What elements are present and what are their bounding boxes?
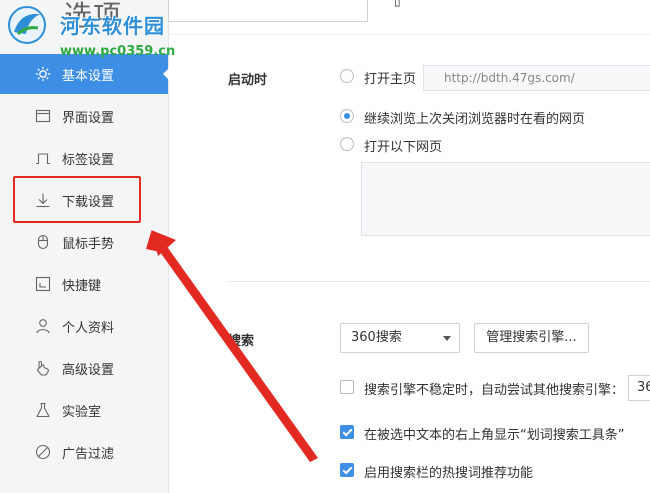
sidebar-item-label: 基本设置	[62, 68, 115, 84]
manage-search-engines-button[interactable]: 管理搜索引擎...	[474, 323, 589, 353]
tab-icon	[34, 149, 52, 167]
gear-icon	[34, 65, 52, 83]
auto-fallback-label: 搜索引擎不稳定时，自动尝试其他搜索引擎：	[364, 383, 625, 398]
selection-toolbar-label: 在被选中文本的右上角显示“划词搜索工具条”	[364, 428, 625, 443]
sidebar-item-label: 实验室	[62, 404, 102, 420]
search-engine-value: 360搜索	[351, 330, 402, 345]
sidebar: 选项 基本设置 界面设置 标签设置 下载设置 鼠标手势 快捷键 个人资料 高级设…	[0, 0, 169, 493]
sidebar-item-profile[interactable]: 个人资料	[0, 306, 168, 346]
watermark-url: www.pc0359.cn	[60, 44, 176, 59]
sidebar-item-ui-settings[interactable]: 界面设置	[0, 96, 168, 136]
sidebar-item-label: 广告过滤	[62, 446, 115, 462]
hand-icon	[34, 359, 52, 377]
search-label: 搜索	[228, 334, 255, 349]
sidebar-item-basic-settings[interactable]: 基本设置	[0, 54, 169, 94]
startup-open-pages-label: 打开以下网页	[364, 140, 443, 155]
text-caret: ▯	[394, 0, 401, 8]
sidebar-item-ad-filter[interactable]: 广告过滤	[0, 432, 168, 472]
startup-homepage-label: 打开主页	[364, 72, 417, 87]
startup-continue-radio[interactable]	[340, 109, 354, 123]
hot-search-checkbox[interactable]	[340, 463, 354, 477]
search-engine-dropdown[interactable]: 360搜索	[340, 323, 460, 353]
sidebar-item-mouse-gestures[interactable]: 鼠标手势	[0, 222, 168, 262]
sidebar-item-shortcuts[interactable]: 快捷键	[0, 264, 168, 304]
startup-continue-label: 继续浏览上次关闭浏览器时在看的网页	[364, 112, 586, 127]
sidebar-item-label: 鼠标手势	[62, 236, 115, 252]
auto-fallback-checkbox[interactable]	[340, 380, 354, 394]
sidebar-item-lab[interactable]: 实验室	[0, 390, 168, 430]
sidebar-item-label: 标签设置	[62, 152, 115, 168]
annotation-highlight-box	[13, 176, 141, 223]
top-search-box[interactable]	[168, 0, 368, 22]
flask-icon	[34, 401, 52, 419]
section-divider	[228, 281, 650, 282]
selection-toolbar-checkbox[interactable]	[340, 425, 354, 439]
divider	[168, 34, 650, 35]
sidebar-item-label: 界面设置	[62, 110, 115, 126]
hot-search-label: 启用搜索栏的热搜词推荐功能	[364, 466, 534, 481]
startup-open-pages-radio[interactable]	[340, 137, 354, 151]
sidebar-item-label: 高级设置	[62, 362, 115, 378]
shortcut-icon	[34, 275, 52, 293]
chevron-down-icon	[443, 336, 451, 341]
watermark-title: 河东软件园	[60, 14, 165, 38]
window-icon	[34, 107, 52, 125]
mouse-icon	[34, 233, 52, 251]
site-logo	[4, 4, 50, 46]
sidebar-item-label: 个人资料	[62, 320, 115, 336]
fallback-engine-dropdown[interactable]: 360	[628, 375, 650, 401]
startup-label: 启动时	[228, 73, 268, 88]
sidebar-item-label: 快捷键	[62, 278, 102, 294]
startup-pages-textarea[interactable]	[361, 162, 650, 236]
startup-homepage-radio[interactable]	[340, 69, 354, 83]
block-icon	[34, 443, 52, 461]
sidebar-item-tab-settings[interactable]: 标签设置	[0, 138, 168, 178]
sidebar-item-advanced[interactable]: 高级设置	[0, 348, 168, 388]
person-icon	[34, 317, 52, 335]
homepage-url-input[interactable]	[423, 65, 650, 91]
